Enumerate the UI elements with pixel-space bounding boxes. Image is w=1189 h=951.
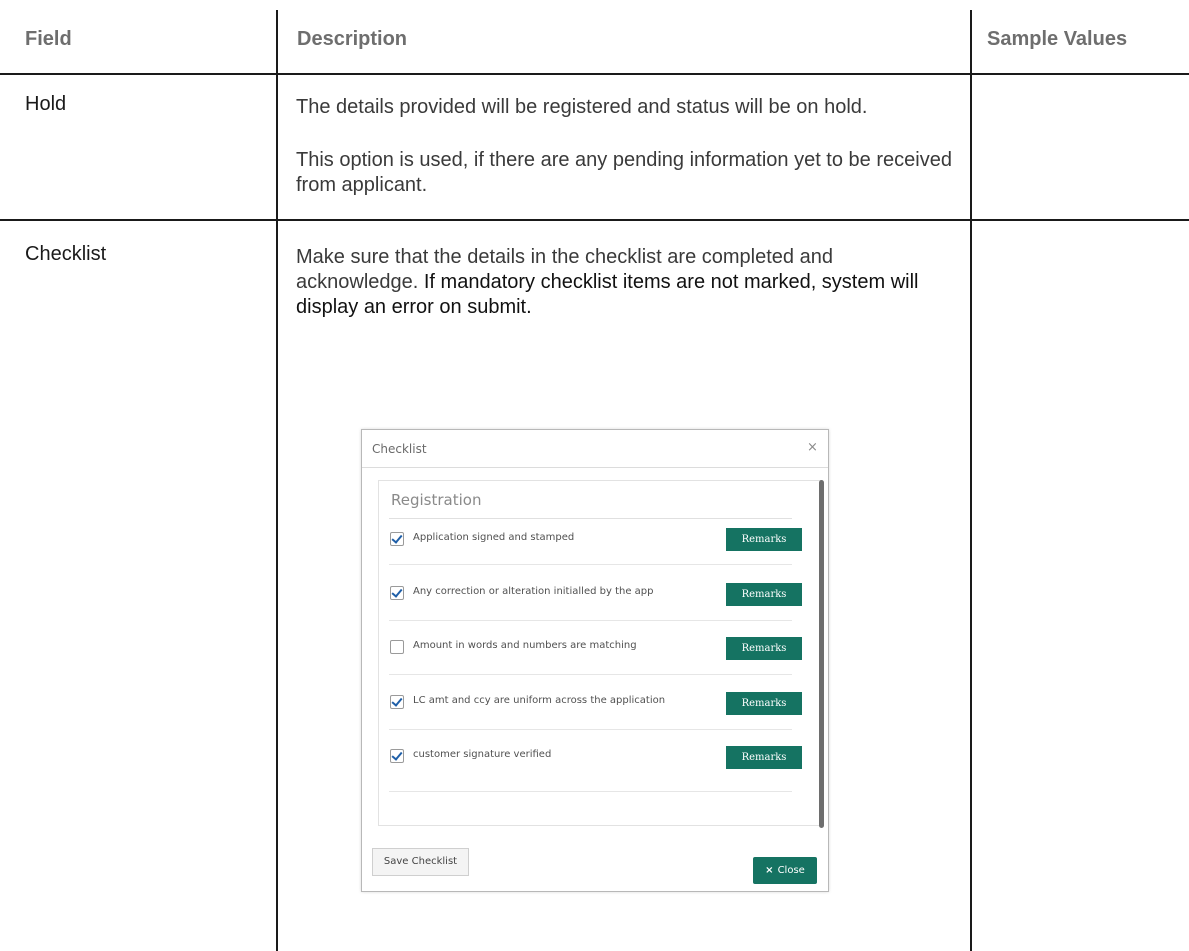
document-page: Field Description Sample Values Hold The… [0,0,1189,951]
dialog-title-divider [362,467,828,468]
checklist-item-2-label: Any correction or alteration initialled … [413,586,654,597]
item-rule-3 [389,674,792,675]
checklist-item-4-checkbox[interactable] [390,695,404,709]
checklist-item-3-remarks-button[interactable]: Remarks [726,637,802,660]
save-checklist-button[interactable]: Save Checklist [372,848,469,876]
row-hold-field: Hold [25,93,67,115]
close-icon[interactable]: × [807,440,818,455]
item-rule-1 [389,564,792,565]
checklist-item-3-label: Amount in words and numbers are matching [413,640,637,651]
header-row-rule [0,73,1189,75]
dialog-title: Checklist [372,442,427,456]
row-hold-description-1: The details provided will be registered … [296,96,868,118]
section-title: Registration [391,491,482,509]
header-sample-values: Sample Values [987,28,1128,50]
header-description: Description [297,28,408,50]
checklist-item-3-checkbox[interactable] [390,640,404,654]
item-rule-5 [389,791,792,792]
checklist-panel: Registration Application signed and stam… [378,480,822,826]
checklist-item-2-remarks-button[interactable]: Remarks [726,583,802,606]
checklist-item-1-remarks-button[interactable]: Remarks [726,528,802,551]
checklist-item-5-checkbox[interactable] [390,749,404,763]
item-rule-2 [389,620,792,621]
row-rule-1 [0,219,1189,221]
close-button-icon: × [765,865,774,876]
close-button-label: Close [777,865,805,876]
checklist-item-1-label: Application signed and stamped [413,532,575,543]
checklist-item-1-checkbox[interactable] [390,532,404,546]
item-rule-4 [389,729,792,730]
row-checklist-field: Checklist [25,243,107,265]
checklist-item-4-label: LC amt and ccy are uniform across the ap… [413,695,666,706]
checklist-item-5-label: customer signature verified [413,749,552,760]
section-rule [389,518,792,519]
checklist-item-2-checkbox[interactable] [390,586,404,600]
dialog-scrollbar[interactable] [819,480,824,828]
row-hold-description-2: This option is used, if there are any pe… [296,149,952,196]
close-button[interactable]: × Close [753,857,817,884]
checklist-dialog: Checklist × Registration Application sig… [361,429,829,892]
table-divider-1 [276,10,278,951]
header-field: Field [25,28,72,50]
row-checklist-description: Make sure that the details in the checkl… [296,245,956,320]
table-divider-2 [970,10,972,951]
checklist-item-4-remarks-button[interactable]: Remarks [726,692,802,715]
checklist-item-5-remarks-button[interactable]: Remarks [726,746,802,769]
